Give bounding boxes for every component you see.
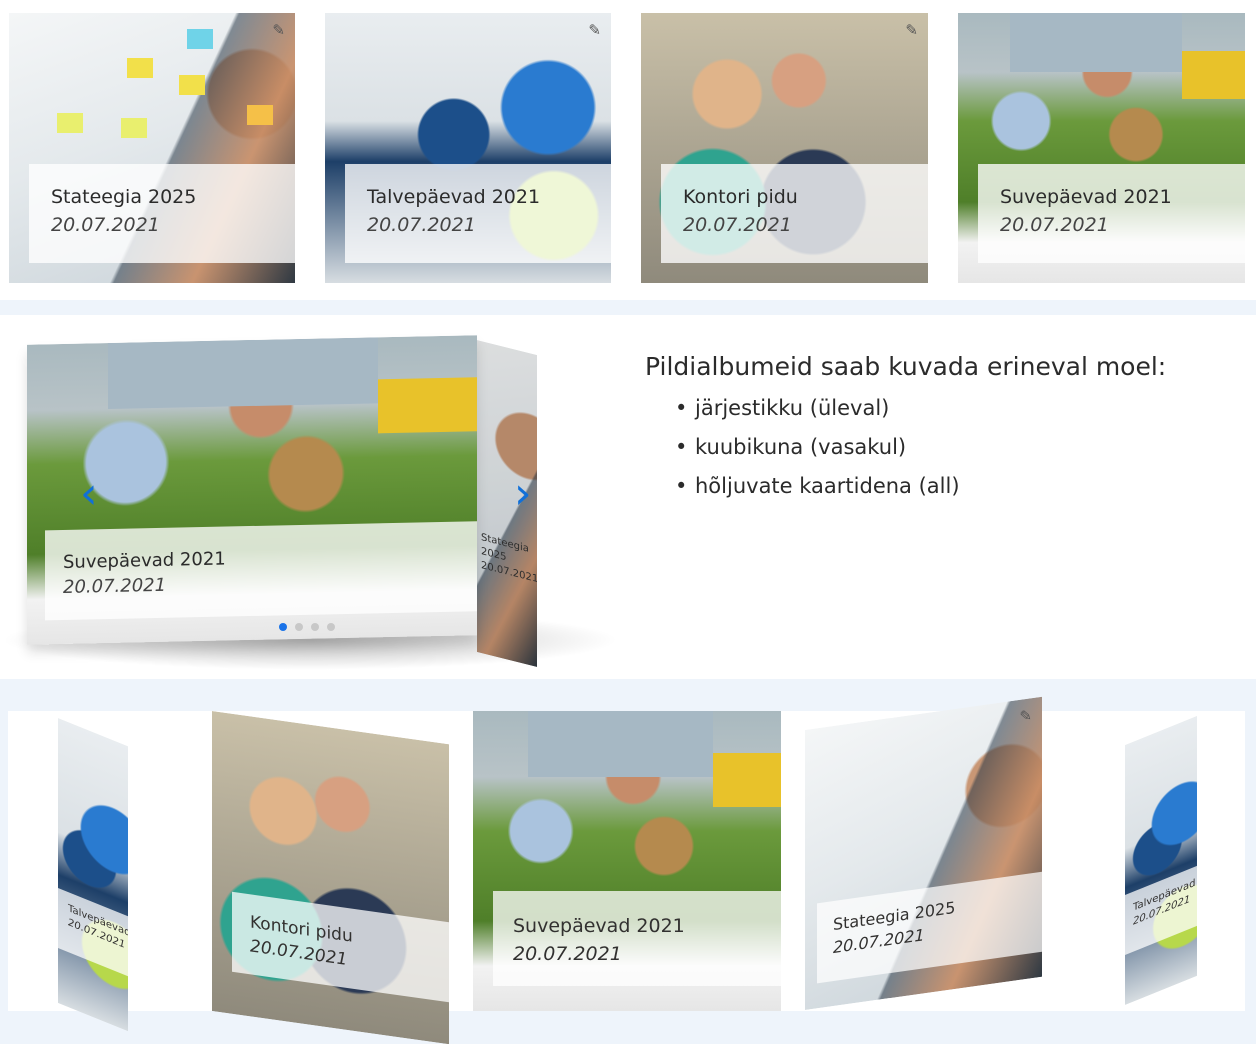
floating-card-date: 20.07.2021 bbox=[513, 943, 622, 965]
cube-album-date: 20.07.2021 bbox=[63, 574, 167, 598]
album-card-summer[interactable]: Suvepäevad 2021 20.07.2021 bbox=[958, 13, 1245, 283]
album-date: 20.07.2021 bbox=[683, 214, 792, 236]
floating-card-4[interactable]: ✎ Stateegia 2025 20.07.2021 bbox=[805, 696, 1042, 1010]
cube-pagination bbox=[279, 623, 335, 631]
edit-icon[interactable]: ✎ bbox=[1019, 706, 1032, 726]
info-list-item: kuubikuna (vasakul) bbox=[645, 432, 960, 471]
edit-icon[interactable]: ✎ bbox=[905, 21, 918, 39]
cube-dot-3[interactable] bbox=[311, 623, 319, 631]
album-caption: Talvepäevad 2021 20.07.2021 bbox=[345, 164, 611, 263]
cube-dot-2[interactable] bbox=[295, 623, 303, 631]
album-title: Kontori pidu bbox=[683, 186, 798, 208]
floating-card-1[interactable]: Talvepäevad 2021 20.07.2021 bbox=[58, 718, 128, 1032]
cube-next-arrow-icon[interactable]: › bbox=[514, 468, 532, 519]
album-card-winter[interactable]: ✎ Talvepäevad 2021 20.07.2021 bbox=[325, 13, 611, 283]
album-date: 20.07.2021 bbox=[367, 214, 476, 236]
floating-card-2[interactable]: Kontori pidu 20.07.2021 bbox=[212, 711, 449, 1044]
album-title: Suvepäevad 2021 bbox=[1000, 186, 1172, 208]
edit-icon[interactable]: ✎ bbox=[588, 21, 601, 39]
cube-dot-1[interactable] bbox=[279, 623, 287, 631]
album-date: 20.07.2021 bbox=[51, 214, 160, 236]
floating-card-5[interactable]: Talvepäevad 2021 20.07.2021 bbox=[1125, 715, 1197, 1005]
cube-album-title: Suvepäevad 2021 bbox=[63, 548, 226, 573]
album-date: 20.07.2021 bbox=[1000, 214, 1109, 236]
album-photo bbox=[58, 718, 128, 1032]
floating-card-title: Suvepäevad 2021 bbox=[513, 915, 685, 937]
info-list-item: hõljuvate kaartidena (all) bbox=[645, 471, 960, 510]
album-card-strategy[interactable]: ✎ Stateegia 2025 20.07.2021 bbox=[9, 13, 295, 283]
album-title: Stateegia 2025 bbox=[51, 186, 197, 208]
album-photo bbox=[1125, 715, 1197, 1005]
info-title: Pildialbumeid saab kuvada erineval moel: bbox=[645, 352, 1167, 381]
album-caption: Stateegia 2025 20.07.2021 bbox=[29, 164, 295, 263]
album-caption: Kontori pidu 20.07.2021 bbox=[661, 164, 928, 263]
edit-icon[interactable]: ✎ bbox=[272, 21, 285, 39]
album-grid-section: ✎ Stateegia 2025 20.07.2021 ✎ Talvepäeva… bbox=[0, 0, 1256, 300]
album-card-party[interactable]: ✎ Kontori pidu 20.07.2021 bbox=[641, 13, 928, 283]
cube-caption: Suvepäevad 2021 20.07.2021 bbox=[45, 521, 477, 621]
cube-dot-4[interactable] bbox=[327, 623, 335, 631]
info-list: järjestikku (üleval) kuubikuna (vasakul)… bbox=[645, 393, 960, 510]
info-list-item: järjestikku (üleval) bbox=[645, 393, 960, 432]
album-caption: Suvepäevad 2021 20.07.2021 bbox=[978, 164, 1245, 263]
album-title: Talvepäevad 2021 bbox=[367, 186, 541, 208]
floating-card-3[interactable]: Suvepäevad 2021 20.07.2021 bbox=[473, 711, 781, 1011]
cube-prev-arrow-icon[interactable]: ‹ bbox=[80, 468, 98, 519]
